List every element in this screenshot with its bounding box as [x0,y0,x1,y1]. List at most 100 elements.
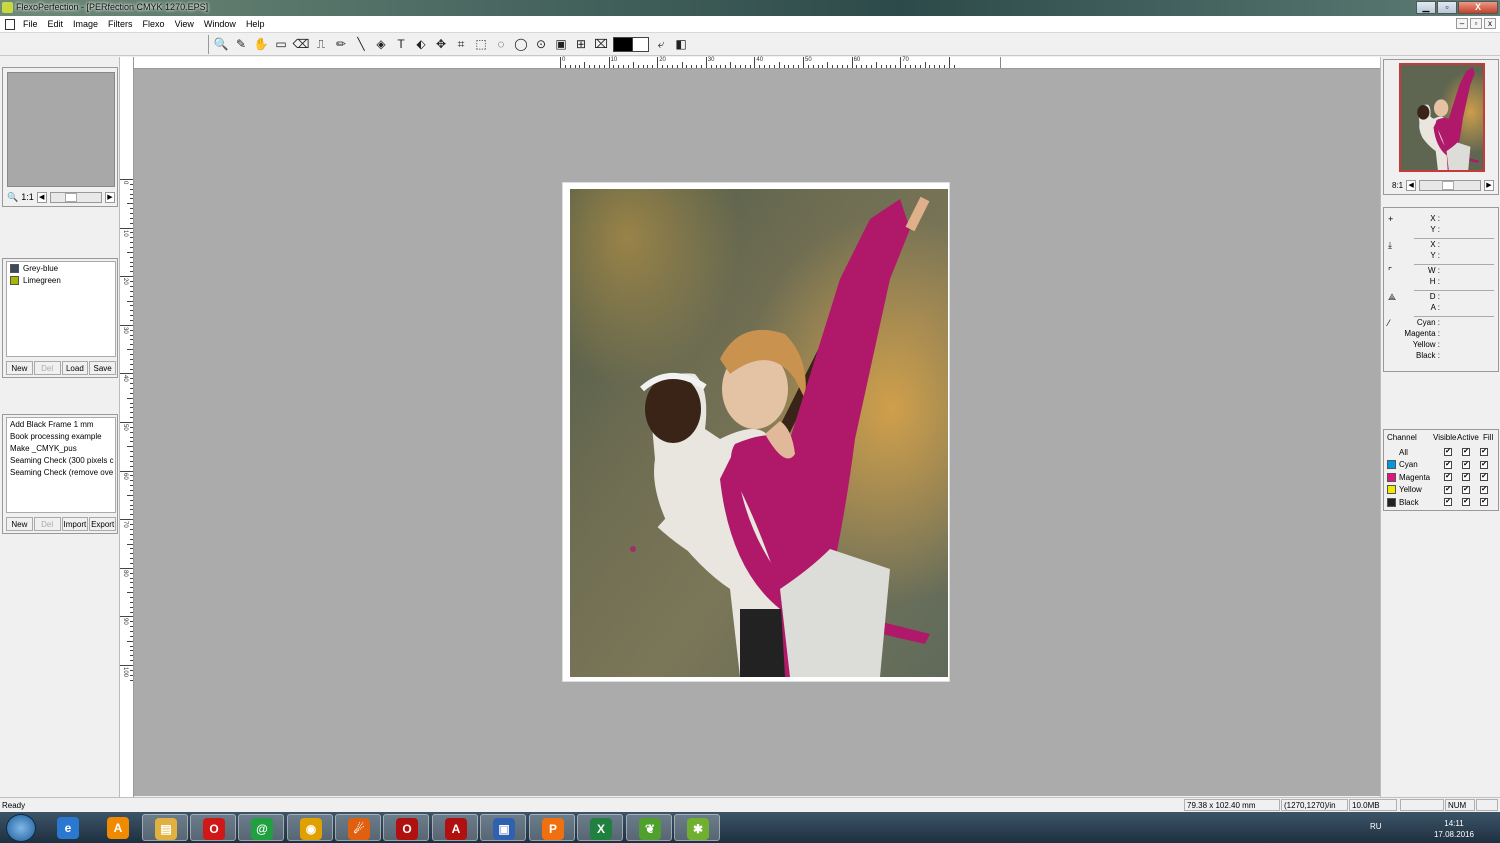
taskbar-app[interactable]: A [432,814,478,841]
taskbar-app[interactable]: ☄ [335,814,381,841]
menu-edit[interactable]: Edit [48,19,64,29]
actions-export-button[interactable]: Export [89,517,116,531]
move-tool-icon[interactable]: ✥ [431,35,451,54]
eraser-tool-icon[interactable]: ⌫ [291,35,311,54]
channel-visible-checkbox[interactable]: ✔ [1444,473,1452,481]
channel-active-checkbox[interactable]: ✔ [1462,460,1470,469]
channel-row-all[interactable]: All ✔ ✔ ✔ [1387,446,1499,458]
actions-del-button[interactable]: Del [33,517,61,531]
menu-window[interactable]: Window [204,19,236,29]
maximize-button[interactable]: ▫ [1437,1,1457,14]
zoom-in-arrow[interactable]: ▶ [105,191,115,203]
swap-colors-icon[interactable]: ⤶ [651,35,671,54]
ellipse-select-tool-icon[interactable]: ◌ [491,35,511,54]
colors-del-button[interactable]: Del [33,361,61,375]
fill-tool-icon[interactable]: ◈ [371,35,391,54]
taskbar-app[interactable]: O [383,814,429,841]
channel-visible-checkbox[interactable]: ✔ [1444,485,1452,494]
taskbar-app[interactable]: P [529,814,575,841]
dancers-photo[interactable] [570,189,948,677]
document-icon[interactable] [5,19,15,30]
channel-active-checkbox[interactable]: ✔ [1462,498,1470,506]
shape-tool-icon[interactable]: ⬖ [411,35,431,54]
taskbar-app[interactable]: O [190,814,236,841]
line-tool-icon[interactable]: ╲ [351,35,371,54]
crop-tool-icon[interactable]: ⌗ [451,35,471,54]
channel-row-black[interactable]: Black ✔ ✔ ✔ [1387,496,1499,508]
channel-fill-checkbox[interactable]: ✔ [1480,460,1488,469]
navigator-preview[interactable] [7,72,115,187]
taskbar-app[interactable]: @ [238,814,284,841]
action-item[interactable]: Book processing example [7,430,115,442]
start-button[interactable] [6,814,36,842]
doc-restore-button[interactable]: ▫ [1470,18,1482,29]
colors-new-button[interactable]: New [6,361,33,375]
taskbar-app[interactable]: ▤ [142,814,188,841]
channel-row-cyan[interactable]: Cyan ✔ ✔ ✔ [1387,459,1499,471]
thumbnail-image[interactable] [1399,63,1485,172]
text-tool-icon[interactable]: T [391,35,411,54]
doc-close-button[interactable]: x [1484,18,1496,29]
hand-tool-icon[interactable]: ✋ [251,35,271,54]
actions-new-button[interactable]: New [6,517,33,531]
color-item[interactable]: Grey-blue [7,262,115,274]
menu-view[interactable]: View [175,19,194,29]
channel-fill-checkbox[interactable]: ✔ [1480,448,1488,456]
magic-wand-tool-icon[interactable]: ⊙ [531,35,551,54]
menu-file[interactable]: File [23,19,38,29]
color-swatch[interactable] [613,37,649,52]
colors-save-button[interactable]: Save [89,361,116,375]
close-button[interactable]: X [1458,1,1498,14]
distort-tool-icon[interactable]: ⌧ [591,35,611,54]
language-indicator[interactable]: RU [1370,822,1382,831]
channel-active-checkbox[interactable]: ✔ [1462,485,1470,494]
mask-tool-icon[interactable]: ▣ [551,35,571,54]
zoom-tool-icon[interactable]: 🔍 [211,35,231,54]
actions-import-button[interactable]: Import [61,517,89,531]
taskbar-app[interactable]: e [45,814,91,841]
rect-select-tool-icon[interactable]: ⬚ [471,35,491,54]
channel-visible-checkbox[interactable]: ✔ [1444,498,1452,506]
channel-active-checkbox[interactable]: ✔ [1462,448,1470,456]
thumb-zoom-in-arrow[interactable]: ▶ [1484,179,1494,191]
taskbar-app[interactable]: ◉ [287,814,333,841]
channel-fill-checkbox[interactable]: ✔ [1480,473,1488,481]
lasso-tool-icon[interactable]: ◯ [511,35,531,54]
action-item[interactable]: Add Black Frame 1 mm [7,418,115,430]
taskbar-app[interactable]: ✱ [674,814,720,841]
taskbar-app[interactable]: A [95,814,141,841]
reset-colors-icon[interactable]: ◧ [671,35,691,54]
ruler-tool-icon[interactable]: ▭ [271,35,291,54]
action-item[interactable]: Seaming Check (remove ove [7,466,115,478]
thumb-zoom-out-arrow[interactable]: ◀ [1406,179,1417,191]
channel-fill-checkbox[interactable]: ✔ [1480,485,1488,494]
document-page[interactable] [562,182,950,682]
channel-active-checkbox[interactable]: ✔ [1462,473,1470,481]
thumb-zoom-slider[interactable] [1419,179,1481,191]
taskbar-app[interactable]: ▣ [480,814,526,841]
minimize-button[interactable]: ▁ [1416,1,1436,14]
menu-help[interactable]: Help [246,19,265,29]
clock[interactable]: 14:11 17.08.2016 [1424,818,1484,840]
stamp-tool-icon[interactable]: ⎍ [311,35,331,54]
channel-row-magenta[interactable]: Magenta ✔ ✔ ✔ [1387,471,1499,483]
zoom-slider[interactable] [49,191,102,203]
action-item[interactable]: Make _CMYK_pus [7,442,115,454]
channel-fill-checkbox[interactable]: ✔ [1480,498,1488,506]
color-item[interactable]: Limegreen [7,274,115,286]
channel-visible-checkbox[interactable]: ✔ [1444,460,1452,469]
zoom-icon[interactable]: 🔍 [7,192,18,203]
colors-load-button[interactable]: Load [61,361,89,375]
channel-row-yellow[interactable]: Yellow ✔ ✔ ✔ [1387,484,1499,496]
doc-minimize-button[interactable]: – [1456,18,1468,29]
menu-filters[interactable]: Filters [108,19,133,29]
zoom-out-arrow[interactable]: ◀ [36,191,47,203]
background-color[interactable] [632,38,648,51]
pencil-tool-icon[interactable]: ✏ [331,35,351,54]
taskbar-app[interactable]: X [577,814,623,841]
eyedropper-tool-icon[interactable]: ✎ [231,35,251,54]
channel-visible-checkbox[interactable]: ✔ [1444,448,1452,456]
action-item[interactable]: Seaming Check (300 pixels c [7,454,115,466]
foreground-color[interactable] [614,38,632,51]
canvas-area[interactable] [134,69,1380,796]
